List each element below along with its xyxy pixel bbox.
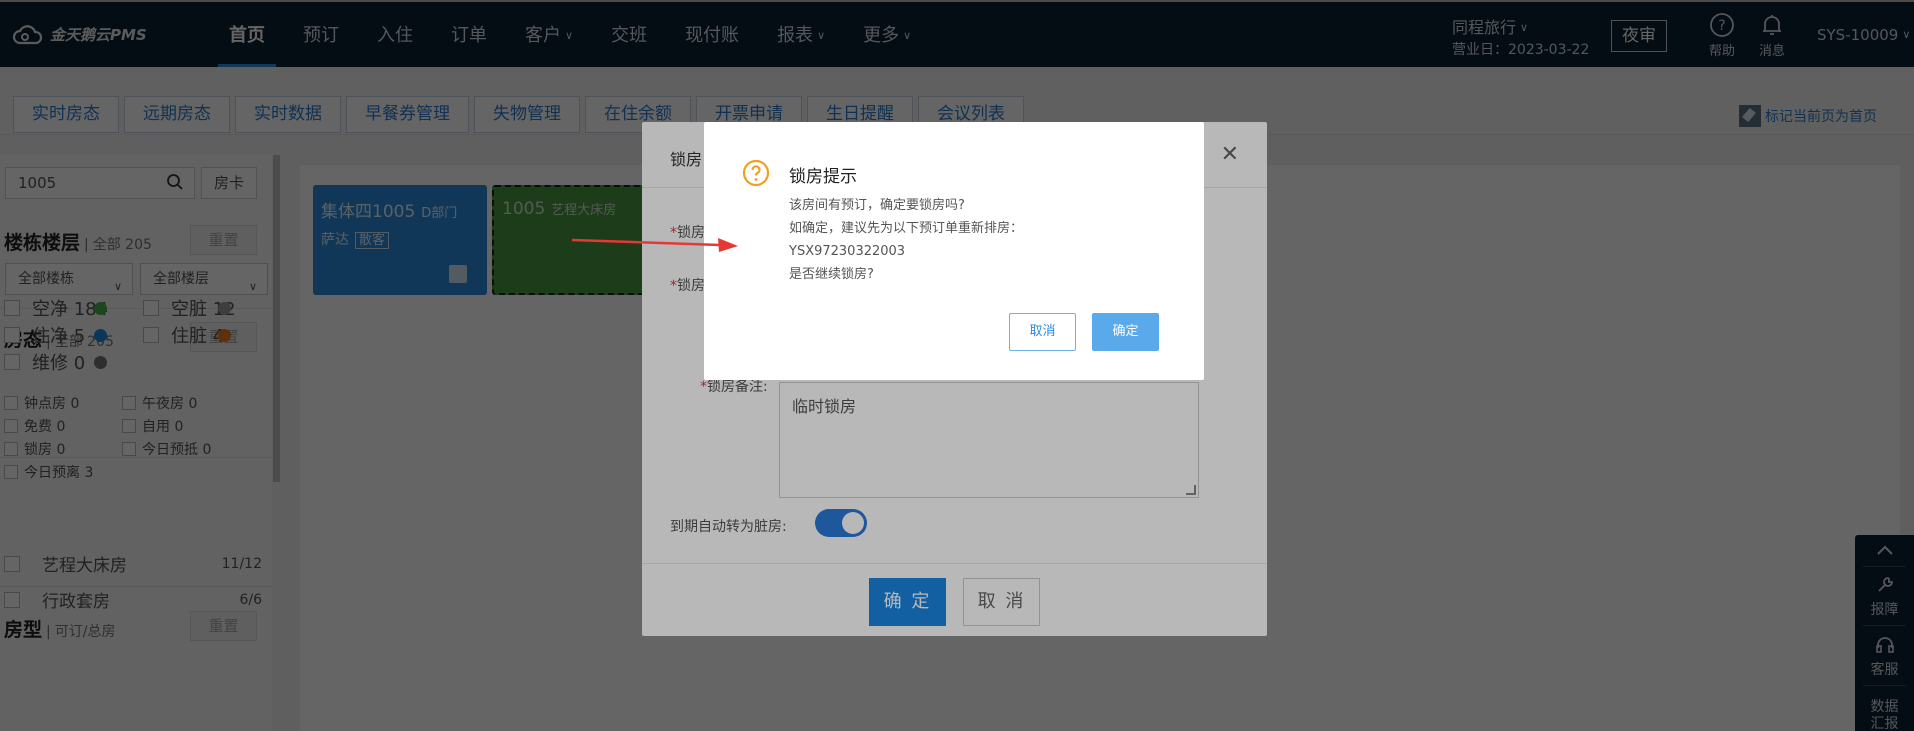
alert-message: 该房间有预订，确定要锁房吗? 如确定，建议先为以下预订单重新排房： YSX972… (789, 194, 1023, 286)
lock-warning-dialog: 锁房提示 该房间有预订，确定要锁房吗? 如确定，建议先为以下预订单重新排房： Y… (704, 122, 1204, 380)
alert-line: 是否继续锁房? (789, 267, 874, 282)
alert-confirm-button[interactable]: 确定 (1092, 313, 1159, 351)
alert-order-number: YSX97230322003 (789, 244, 906, 259)
alert-line: 该房间有预订，确定要锁房吗? (789, 198, 965, 213)
alert-line: 如确定，建议先为以下预订单重新排房： (789, 221, 1024, 236)
alert-title: 锁房提示 (789, 167, 857, 187)
question-icon (742, 159, 770, 187)
red-arrow-annotation (571, 238, 738, 252)
alert-cancel-button[interactable]: 取消 (1009, 313, 1076, 351)
